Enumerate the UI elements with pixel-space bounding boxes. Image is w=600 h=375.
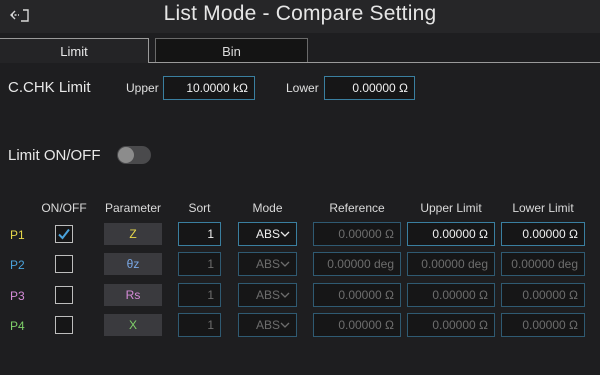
chevron-down-icon [280, 231, 290, 237]
header-sort: Sort [188, 201, 211, 215]
mode-value-p3: ABS [256, 288, 281, 302]
checkbox-p4[interactable] [55, 316, 73, 334]
lower-limit-p4[interactable]: 0.00000 Ω [501, 313, 585, 337]
parameter-p2[interactable]: θz [104, 253, 162, 275]
chevron-down-icon [280, 322, 290, 328]
mode-value-p4: ABS [256, 318, 281, 332]
tab-limit[interactable]: Limit [0, 38, 149, 63]
chevron-down-icon [280, 261, 290, 267]
lower-limit-p1[interactable]: 0.00000 Ω [501, 222, 585, 246]
header-upper: Upper Limit [420, 201, 482, 215]
mode-value-p1: ABS [256, 227, 281, 241]
reference-p3[interactable]: 0.00000 Ω [313, 283, 401, 307]
checkmark-icon [58, 228, 70, 240]
mode-p4[interactable]: ABS [238, 313, 297, 337]
parameter-p1[interactable]: Z [104, 223, 162, 245]
sort-p2[interactable]: 1 [178, 252, 221, 276]
cchk-lower-field[interactable]: 0.00000 Ω [324, 76, 415, 100]
reference-p1[interactable]: 0.00000 Ω [313, 222, 401, 246]
row-label-p1: P1 [10, 228, 25, 242]
header-onoff: ON/OFF [41, 201, 87, 215]
row-label-p4: P4 [10, 319, 25, 333]
mode-p1[interactable]: ABS [238, 222, 297, 246]
sort-p4[interactable]: 1 [178, 313, 221, 337]
cchk-upper-label: Upper [126, 81, 159, 95]
sort-p3[interactable]: 1 [178, 283, 221, 307]
parameter-p3[interactable]: Rs [104, 284, 162, 306]
row-label-p3: P3 [10, 289, 25, 303]
cchk-limit-label: C.CHK Limit [8, 79, 91, 96]
header-parameter: Parameter [104, 201, 162, 215]
cchk-upper-field[interactable]: 10.0000 kΩ [163, 76, 255, 100]
checkbox-p3[interactable] [55, 286, 73, 304]
cchk-lower-label: Lower [286, 81, 319, 95]
header-mode: Mode [252, 201, 283, 215]
parameter-p4[interactable]: X [104, 314, 162, 336]
lower-limit-p3[interactable]: 0.00000 Ω [501, 283, 585, 307]
toggle-knob [118, 147, 134, 163]
upper-limit-p1[interactable]: 0.00000 Ω [407, 222, 495, 246]
limit-onoff-label: Limit ON/OFF [8, 147, 101, 164]
upper-limit-p2[interactable]: 0.00000 deg [407, 252, 495, 276]
reference-p4[interactable]: 0.00000 Ω [313, 313, 401, 337]
mode-p2[interactable]: ABS [238, 252, 297, 276]
title-bar: List Mode - Compare Setting [0, 0, 600, 33]
upper-limit-p4[interactable]: 0.00000 Ω [407, 313, 495, 337]
reference-p2[interactable]: 0.00000 deg [313, 252, 401, 276]
row-label-p2: P2 [10, 258, 25, 272]
limit-onoff-toggle[interactable] [117, 146, 151, 164]
page-title: List Mode - Compare Setting [163, 2, 437, 25]
header-lower: Lower Limit [512, 201, 574, 215]
checkbox-p2[interactable] [55, 255, 73, 273]
tab-bar: Limit Bin [0, 33, 600, 63]
mode-p3[interactable]: ABS [238, 283, 297, 307]
upper-limit-p3[interactable]: 0.00000 Ω [407, 283, 495, 307]
sort-p1[interactable]: 1 [178, 222, 221, 246]
checkbox-p1[interactable] [55, 225, 73, 243]
mode-value-p2: ABS [256, 257, 281, 271]
header-reference: Reference [329, 201, 385, 215]
tab-divider [149, 62, 600, 63]
lower-limit-p2[interactable]: 0.00000 deg [501, 252, 585, 276]
tab-bin[interactable]: Bin [155, 38, 308, 63]
chevron-down-icon [280, 292, 290, 298]
